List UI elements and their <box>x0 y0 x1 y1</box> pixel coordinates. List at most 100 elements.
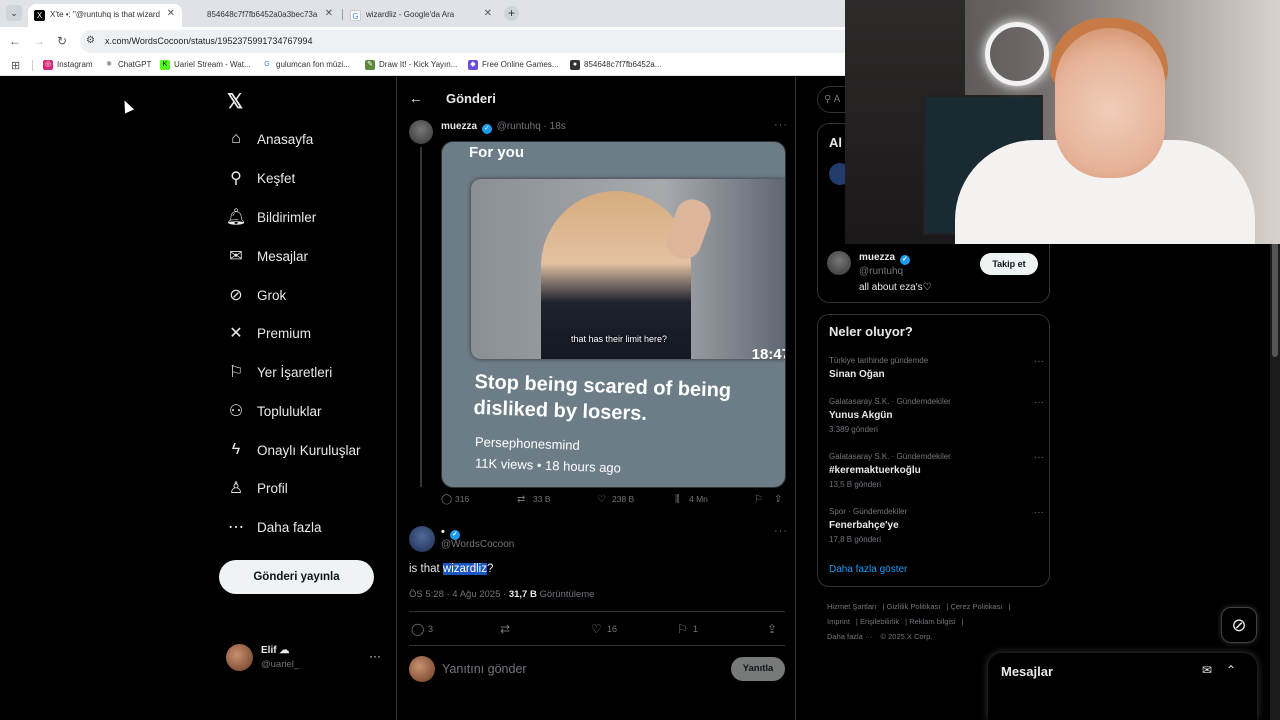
bookmark-item[interactable]: ✎ Draw It! - Kick Yayın... <box>365 60 457 70</box>
nav-item-premium[interactable]: ✕ Premium <box>227 320 311 346</box>
reply-icon[interactable]: ◯ <box>411 622 424 636</box>
nav-item-bookmarks[interactable]: ⚐ Yer İşaretleri <box>227 359 332 385</box>
footer-link[interactable]: Reklam bilgisi <box>909 617 955 626</box>
nav-item-verified-orgs[interactable]: ϟ Onaylı Kuruluşlar <box>227 437 361 463</box>
browser-tab-active[interactable]: X X'te •: "@runtuhq is that wizard ✕ <box>28 4 182 27</box>
more-dots-icon[interactable]: ··· <box>774 525 788 537</box>
trend-item[interactable]: Galatasaray S.K. · Gündemdekiler #kerema… <box>829 452 1044 489</box>
more-dots-icon[interactable]: ··· <box>1034 397 1044 408</box>
trend-item[interactable]: Spor · Gündemdekiler Fenerbahçe'ye 17,8 … <box>829 507 1044 544</box>
nav-item-notifications[interactable]: 🔔︎ Bildirimler <box>226 204 316 230</box>
webcam-overlay <box>845 0 1280 244</box>
avatar[interactable] <box>827 251 851 275</box>
main-column: ← Gönderi muezza ✓ @runtuhq · 18s ··· Fo… <box>396 77 796 720</box>
x-premium-icon: ✕ <box>229 325 243 342</box>
back-arrow-icon[interactable]: ← <box>409 90 423 106</box>
more-dots-icon[interactable]: ··· <box>1034 507 1044 518</box>
close-tab-icon[interactable]: ✕ <box>167 8 175 19</box>
show-more-link[interactable]: Daha fazla göster <box>829 564 907 575</box>
grok-button[interactable]: ⊘ <box>1221 607 1257 643</box>
account-switcher[interactable]: Elif ☁ @uariel_ ··· <box>226 643 386 673</box>
expand-chevron-icon[interactable]: ⌃ <box>1226 663 1236 677</box>
nav-item-profile[interactable]: ♙ Profil <box>227 475 288 501</box>
post-author-name[interactable]: • ✓ <box>441 526 462 540</box>
scrollbar-thumb[interactable] <box>1272 242 1278 357</box>
scrollbar[interactable] <box>1270 242 1280 720</box>
thread-line <box>420 147 422 487</box>
communities-icon: ⚇ <box>228 403 244 420</box>
reply-input[interactable]: Yanıtını gönder <box>442 662 527 676</box>
footer-link[interactable]: Çerez Politikası <box>950 602 1002 611</box>
bookmark-item[interactable]: ◎ Instagram <box>43 60 93 70</box>
reply-count: 316 <box>455 494 470 504</box>
site-info-icon[interactable]: ⚙ <box>86 35 95 46</box>
back-arrow-icon[interactable]: ← <box>9 34 21 48</box>
follow-button[interactable]: Takip et <box>980 253 1038 275</box>
nav-item-home[interactable]: ⌂ Anasayfa <box>227 126 313 152</box>
tab-search-button[interactable]: ⌄ <box>6 5 22 21</box>
forward-arrow-icon[interactable]: → <box>33 34 45 48</box>
nav-item-communities[interactable]: ⚇ Topluluklar <box>227 398 322 424</box>
more-dots-icon[interactable]: ··· <box>1034 452 1044 463</box>
quoted-author-handle[interactable]: @runtuhq · 18s <box>497 121 566 132</box>
reload-icon[interactable]: ↻ <box>57 34 67 48</box>
media-inner-frame: that has their limit here? 18:47 <box>471 179 785 359</box>
bookmark-icon[interactable]: ⚐ <box>677 622 688 636</box>
more-dots-icon[interactable]: ··· <box>1034 356 1044 367</box>
divider <box>409 645 785 646</box>
footer-link[interactable]: Erişilebilirlik <box>860 617 899 626</box>
nav-item-more[interactable]: ⋯ Daha fazla <box>227 514 322 540</box>
footer-link[interactable]: Hizmet Şartları <box>827 602 877 611</box>
footer-link[interactable]: Gizlilik Politikası <box>887 602 941 611</box>
share-icon[interactable]: ⇪ <box>774 494 782 505</box>
new-tab-button[interactable]: + <box>504 6 519 21</box>
messages-title: Mesajlar <box>1001 664 1054 679</box>
bookmark-item[interactable]: ● 854648c7f7fb6452a... <box>570 60 661 70</box>
like-icon[interactable]: ♡ <box>591 622 602 636</box>
like-icon[interactable]: ♡ <box>597 494 606 505</box>
search-input[interactable]: ⚲ A <box>817 86 847 113</box>
more-dots-icon[interactable]: ··· <box>774 119 788 131</box>
close-tab-icon[interactable]: ✕ <box>484 8 492 19</box>
browser-tab[interactable]: G wizardliz - Google'da Ara ✕ <box>344 4 499 27</box>
messages-drawer[interactable]: Mesajlar ✉ ⌃ <box>988 653 1257 720</box>
quoted-author-name[interactable]: muezza <box>441 121 477 132</box>
repost-icon[interactable]: ⇄ <box>500 622 510 636</box>
avatar[interactable] <box>409 120 433 144</box>
share-icon[interactable]: ⇪ <box>767 622 777 636</box>
post-author-handle[interactable]: @WordsCocoon <box>441 539 514 550</box>
nav-item-explore[interactable]: ⚲ Keşfet <box>227 165 295 191</box>
like-count: 238 B <box>612 494 635 504</box>
footer-link[interactable]: Imprint <box>827 617 850 626</box>
post-timestamp[interactable]: ÖS 5:28 · 4 Ağu 2025 · <box>409 589 509 600</box>
mail-icon: ✉ <box>229 248 243 265</box>
bookmark-item[interactable]: K Uariel Stream - Wat... <box>160 60 251 70</box>
reply-icon[interactable]: ◯ <box>441 494 452 505</box>
close-tab-icon[interactable]: ✕ <box>325 8 333 19</box>
repost-icon[interactable]: ⇄ <box>517 494 525 505</box>
more-dots-icon[interactable]: ··· <box>369 649 381 663</box>
reply-button[interactable]: Yanıtla <box>731 657 785 681</box>
bookmark-item[interactable]: Ggulumcan fon müzi... <box>262 60 350 70</box>
new-message-icon[interactable]: ✉ <box>1202 663 1212 677</box>
apps-grid-icon[interactable]: ⊞ <box>11 59 20 72</box>
webcam-person-face <box>1055 28 1165 178</box>
suggest-name[interactable]: muezza ✓ <box>859 252 912 265</box>
post-button[interactable]: Gönderi yayınla <box>219 560 374 594</box>
bookmark-item[interactable]: ◆ Free Online Games... <box>468 60 558 70</box>
address-bar[interactable]: ⚙ x.com/WordsCocoon/status/1952375991734… <box>80 30 845 53</box>
avatar <box>409 656 435 682</box>
post-media-image[interactable]: For you that has their limit here? 18:47… <box>441 141 786 488</box>
nav-item-grok[interactable]: ⊘ Grok <box>227 282 286 308</box>
browser-tab[interactable]: 854648c7f7fb6452a0a3bec73a ✕ <box>185 4 340 27</box>
nav-item-messages[interactable]: ✉ Mesajlar <box>227 243 308 269</box>
chatgpt-icon: ✺ <box>104 60 114 70</box>
x-logo-icon[interactable]: 𝕏 <box>227 89 243 114</box>
trend-item[interactable]: Galatasaray S.K. · Gündemdekiler Yunus A… <box>829 397 1044 434</box>
views-icon[interactable]: ⫼ <box>675 494 680 505</box>
footer-link[interactable]: Daha fazla ··· <box>827 632 872 641</box>
trend-item[interactable]: Türkiye tarihinde gündemde Sinan Oğan ··… <box>829 356 1044 380</box>
bookmark-icon[interactable]: ⚐ <box>754 494 763 505</box>
avatar[interactable] <box>409 526 435 552</box>
bookmark-item[interactable]: ✺ ChatGPT <box>104 60 151 70</box>
